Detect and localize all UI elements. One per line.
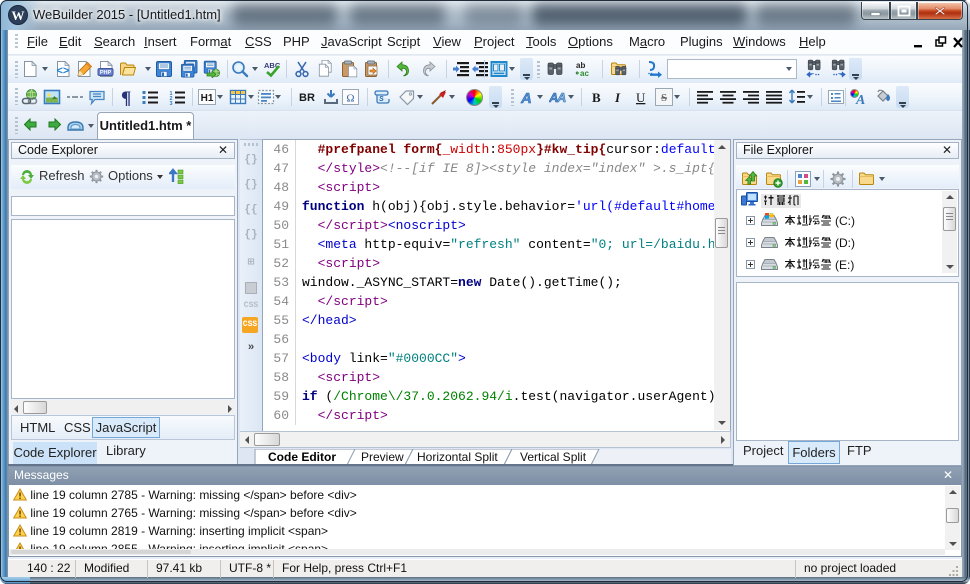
svg-text:Code Editor: Code Editor [268, 450, 336, 464]
svg-text:PHP: PHP [100, 70, 112, 76]
svg-text:A: A [556, 90, 566, 105]
svg-text:U: U [636, 90, 646, 105]
svg-text:H1: H1 [201, 93, 214, 104]
svg-text:A: A [855, 93, 865, 106]
svg-text:3: 3 [170, 101, 173, 106]
svg-text:S: S [379, 96, 384, 103]
svg-text:I: I [614, 90, 621, 105]
svg-text:A: A [520, 90, 532, 106]
svg-text:B: B [592, 90, 601, 105]
svg-text:Ω: Ω [346, 93, 354, 105]
svg-text:¶: ¶ [121, 88, 131, 106]
svg-text:S: S [661, 92, 667, 104]
svg-text:Horizontal Split: Horizontal Split [417, 450, 498, 464]
svg-text:ac: ac [580, 69, 589, 78]
svg-text:W: W [12, 8, 25, 23]
svg-text:BR: BR [299, 92, 315, 104]
svg-text:<>: <> [57, 65, 70, 77]
svg-text:Preview: Preview [361, 450, 404, 464]
svg-text:Vertical Split: Vertical Split [520, 450, 587, 464]
